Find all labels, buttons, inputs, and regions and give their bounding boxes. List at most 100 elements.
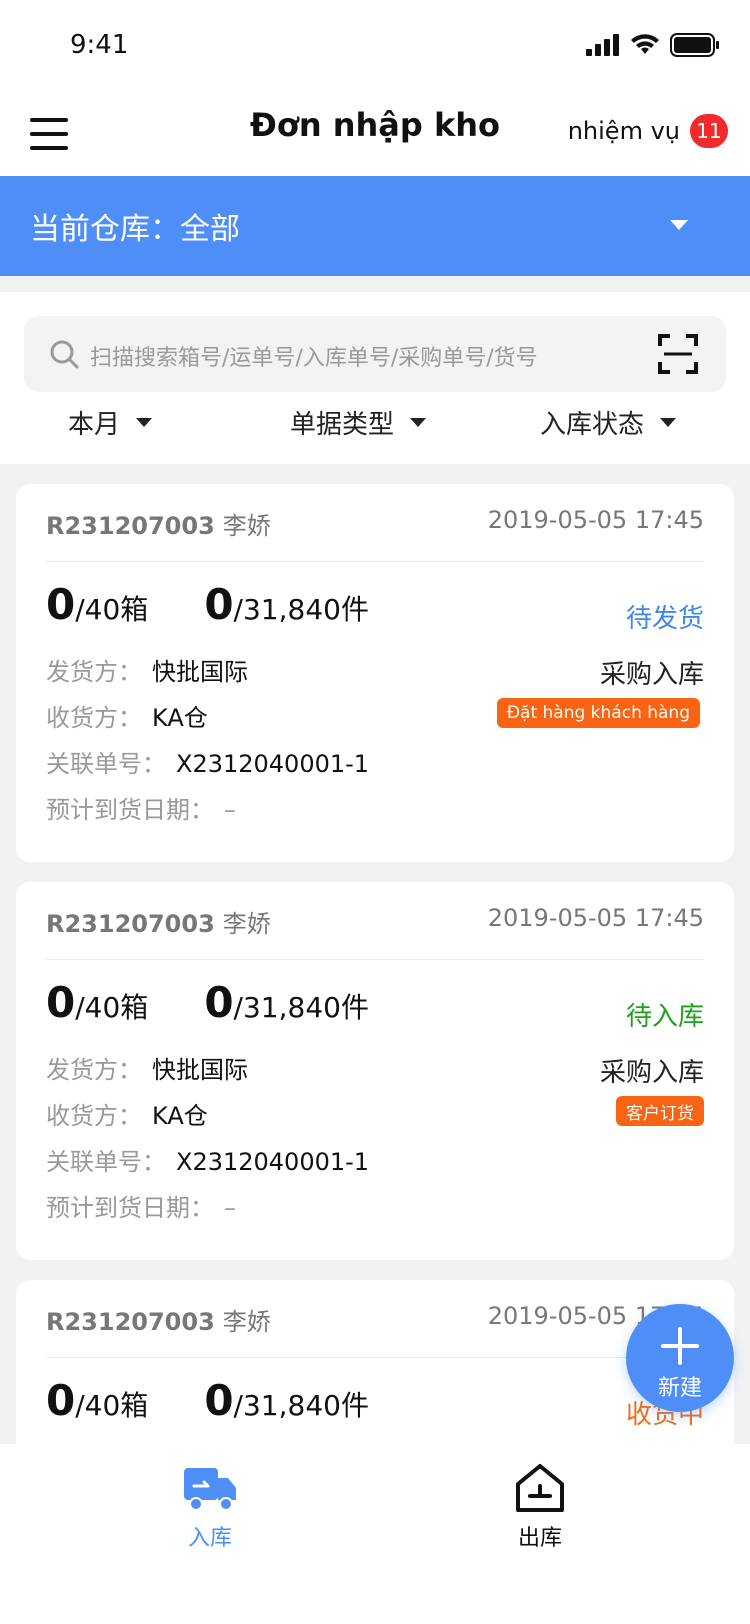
wifi-icon (631, 34, 659, 54)
shipper-label: 发货方： (46, 1056, 142, 1084)
inbound-order-card[interactable]: R231207003 李娇 2019-05-05 17:45 0 /40箱 0 /… (16, 484, 734, 862)
signal-icon (586, 34, 619, 56)
quantity-row: 0 /40箱 0 /31,840件 (46, 1376, 369, 1432)
filter-document-type-label: 单据类型 (290, 410, 395, 440)
box-total: /40箱 (75, 1389, 149, 1422)
receiver-value: KA仓 (152, 704, 208, 732)
filter-period-label: 本月 (68, 410, 121, 440)
card-header: R231207003 李娇 2019-05-05 17:45 (46, 904, 704, 960)
filter-period[interactable]: 本月 (68, 404, 153, 441)
eta-row: 预计到货日期： – (46, 1188, 236, 1223)
box-total: /40箱 (75, 991, 149, 1024)
piece-done: 0 (204, 580, 234, 629)
filter-section: 扫描搜索箱号/运单号/入库单号/采购单号/货号 本月 单据类型 入库状态 (0, 292, 750, 464)
box-total: /40箱 (75, 593, 149, 626)
caret-down-icon (660, 418, 677, 427)
status-text: 待发货 (625, 604, 704, 634)
scan-icon[interactable] (658, 334, 698, 374)
order-number: R231207003 李娇 (46, 1302, 271, 1337)
order-number: R231207003 李娇 (46, 904, 271, 939)
new-order-button[interactable]: 新建 (626, 1304, 734, 1412)
box-done: 0 (46, 1376, 76, 1425)
order-owner: 李娇 (222, 512, 271, 540)
receiver-row: 收货方： KA仓 (46, 698, 208, 733)
order-number-value: R231207003 (46, 910, 215, 938)
shipper-value: 快批国际 (152, 658, 248, 686)
warehouse-label: 当前仓库：全部 (30, 212, 240, 247)
shipper-value: 快批国际 (152, 1056, 248, 1084)
related-order-label: 关联单号： (46, 1148, 166, 1176)
filter-document-type[interactable]: 单据类型 (290, 404, 427, 441)
bottom-tab-bar: 入库 出库 (0, 1444, 750, 1624)
truck-icon (184, 1468, 236, 1511)
task-label: nhiệm vụ (567, 117, 680, 145)
status-icons (586, 30, 720, 60)
box-done: 0 (46, 978, 76, 1027)
search-placeholder: 扫描搜索箱号/运单号/入库单号/采购单号/货号 (90, 346, 538, 371)
app-header: Đơn nhập kho nhiệm vụ 11 (0, 92, 750, 176)
related-order-value: X2312040001-1 (176, 1148, 370, 1176)
order-number-value: R231207003 (46, 1308, 215, 1336)
tab-inbound-label: 入库 (187, 1526, 232, 1551)
order-number-value: R231207003 (46, 512, 215, 540)
inbound-order-list: R231207003 李娇 2019-05-05 17:45 0 /40箱 0 /… (16, 484, 734, 1444)
hamburger-icon-line (30, 146, 68, 150)
battery-icon (670, 33, 719, 57)
warehouse-selector[interactable]: 当前仓库：全部 (0, 176, 750, 276)
order-number: R231207003 李娇 (46, 506, 271, 541)
tab-outbound[interactable]: 出库 (460, 1460, 620, 1570)
piece-total: /31,840件 (233, 1389, 369, 1422)
tab-inbound[interactable]: 入库 (130, 1460, 290, 1570)
shipper-row: 发货方： 快批国际 (46, 652, 248, 687)
order-owner: 李娇 (222, 1308, 271, 1336)
receiver-value: KA仓 (152, 1102, 208, 1130)
warehouse-out-icon (516, 1464, 564, 1512)
related-order-value: X2312040001-1 (176, 750, 370, 778)
status-text: 待入库 (625, 1002, 704, 1032)
order-tag: Đặt hàng khách hàng (496, 698, 700, 728)
piece-done: 0 (204, 1376, 234, 1425)
receiver-label: 收货方： (46, 1102, 142, 1130)
caret-down-icon (670, 220, 688, 230)
order-datetime: 2019-05-05 17:45 (487, 506, 704, 534)
filter-inbound-status[interactable]: 入库状态 (540, 404, 677, 441)
eta-row: 预计到货日期： – (46, 790, 236, 825)
plus-icon (661, 1327, 699, 1365)
status-bar: 9:41 (0, 0, 750, 92)
task-count-badge: 11 (690, 114, 728, 148)
task-link[interactable]: nhiệm vụ 11 (568, 114, 728, 148)
caret-down-icon (136, 418, 153, 427)
related-order-row: 关联单号： X2312040001-1 (46, 1142, 369, 1177)
order-owner: 李娇 (222, 910, 271, 938)
piece-total: /31,840件 (233, 593, 369, 626)
eta-label: 预计到货日期： (46, 796, 214, 824)
new-order-label: 新建 (657, 1376, 702, 1401)
quantity-row: 0 /40箱 0 /31,840件 (46, 580, 369, 636)
eta-value: – (224, 1194, 236, 1222)
piece-total: /31,840件 (233, 991, 369, 1024)
filter-inbound-status-label: 入库状态 (540, 410, 645, 440)
receiver-row: 收货方： KA仓 (46, 1096, 208, 1131)
piece-done: 0 (204, 978, 234, 1027)
eta-label: 预计到货日期： (46, 1194, 214, 1222)
search-icon (50, 340, 79, 369)
shipper-label: 发货方： (46, 658, 142, 686)
status-time: 9:41 (70, 30, 129, 60)
eta-value: – (224, 796, 236, 824)
inbound-order-card[interactable]: R231207003 李娇 2019-05-05 17:45 0 /40箱 0 /… (16, 882, 734, 1260)
shipper-row: 发货方： 快批国际 (46, 1050, 248, 1085)
related-order-label: 关联单号： (46, 750, 166, 778)
caret-down-icon (410, 418, 427, 427)
card-header: R231207003 李娇 2019-05-05 17:45 (46, 506, 704, 562)
order-type: 采购入库 (599, 660, 704, 690)
card-header: R231207003 李娇 2019-05-05 17:45 (46, 1302, 704, 1358)
order-datetime: 2019-05-05 17:45 (487, 904, 704, 932)
order-type: 采购入库 (599, 1058, 704, 1088)
box-done: 0 (46, 580, 76, 629)
related-order-row: 关联单号： X2312040001-1 (46, 744, 369, 779)
order-tag: 客户订货 (616, 1096, 704, 1126)
tab-outbound-label: 出库 (517, 1526, 562, 1551)
search-input[interactable]: 扫描搜索箱号/运单号/入库单号/采购单号/货号 (24, 316, 726, 392)
quantity-row: 0 /40箱 0 /31,840件 (46, 978, 369, 1034)
filter-bar: 本月 单据类型 入库状态 (0, 398, 750, 454)
